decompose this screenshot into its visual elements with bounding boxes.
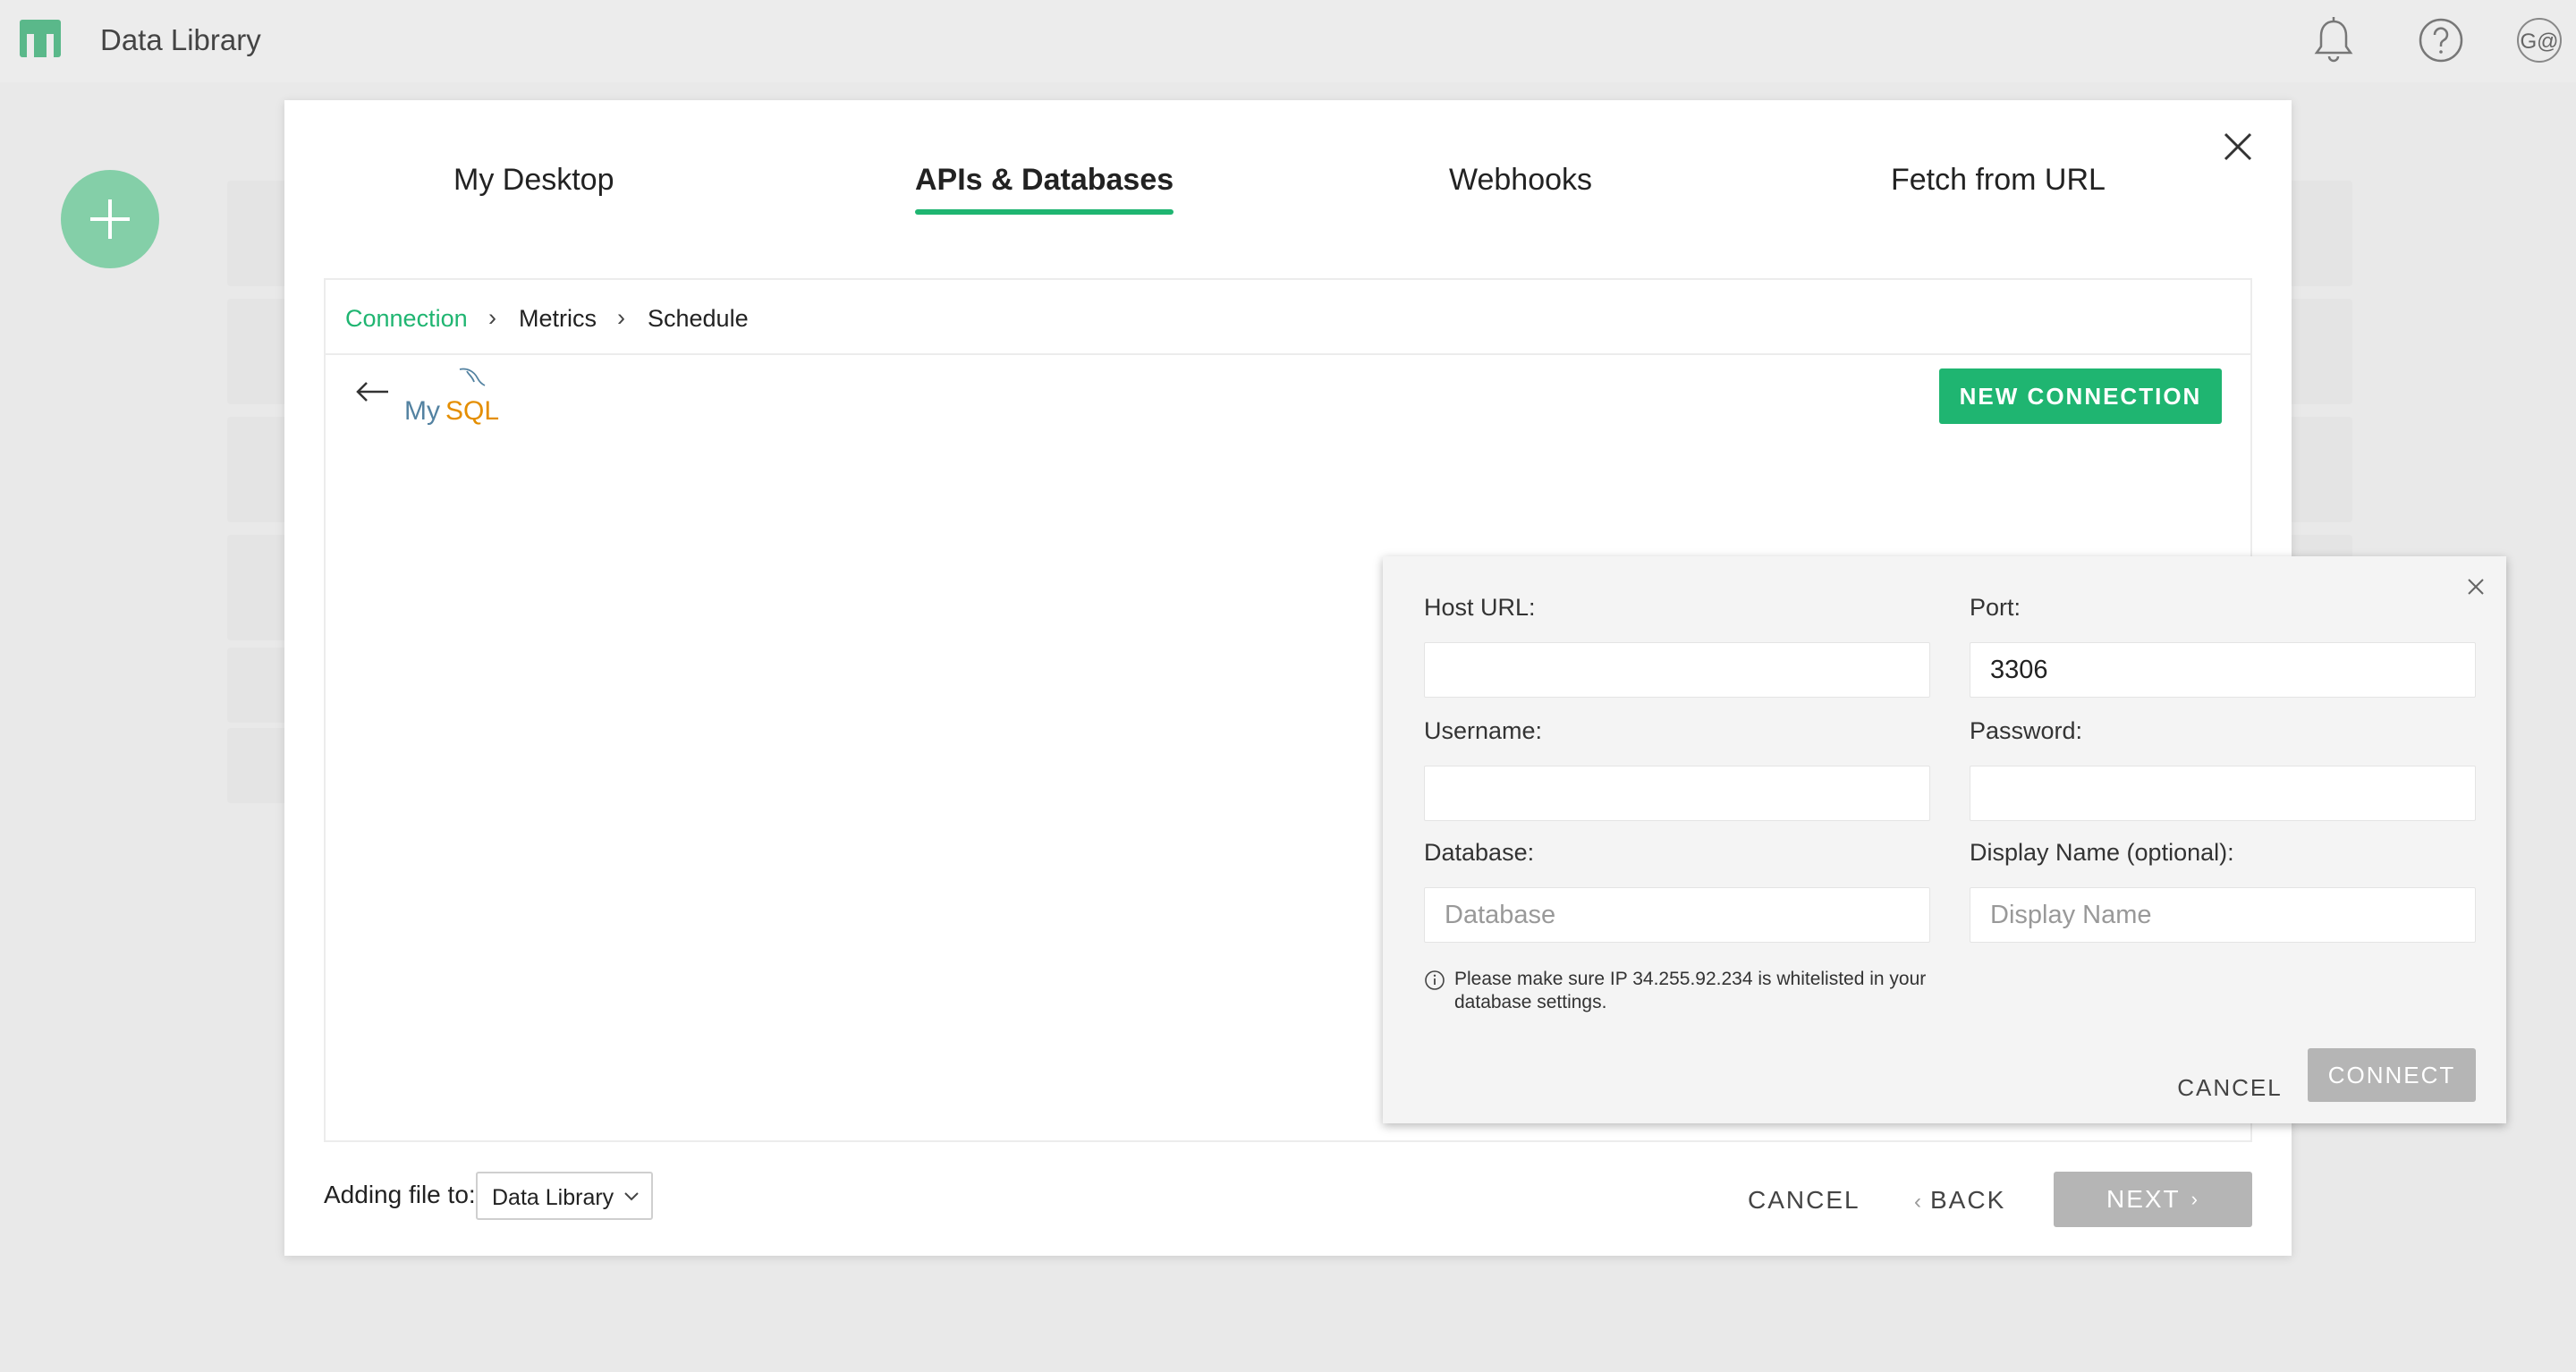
tab-fetch-from-url[interactable]: Fetch from URL bbox=[1891, 163, 2106, 198]
connection-form: Host URL: Port: Username: Password: Data… bbox=[1383, 556, 2506, 1123]
plus-icon bbox=[90, 199, 130, 239]
adding-file-label: Adding file to: bbox=[324, 1181, 476, 1208]
cancel-button[interactable]: CANCEL bbox=[1748, 1186, 1860, 1215]
destination-select[interactable]: Data Library bbox=[476, 1172, 653, 1220]
add-button[interactable] bbox=[61, 170, 159, 268]
tab-my-desktop[interactable]: My Desktop bbox=[453, 163, 614, 198]
mysql-logo: My SQL bbox=[404, 368, 499, 425]
back-arrow-icon[interactable] bbox=[356, 380, 390, 403]
tab-label: Webhooks bbox=[1449, 163, 1593, 197]
chevron-down-icon bbox=[624, 1192, 639, 1201]
svg-text:SQL: SQL bbox=[445, 396, 499, 425]
close-icon[interactable] bbox=[2465, 576, 2487, 597]
display-name-field[interactable] bbox=[1970, 887, 2476, 943]
ip-whitelist-note: Please make sure IP 34.255.92.234 is whi… bbox=[1454, 969, 1927, 1012]
active-tab-indicator bbox=[915, 209, 1174, 215]
password-label: Password: bbox=[1970, 717, 2083, 744]
new-connection-button[interactable]: NEW CONNECTION bbox=[1939, 368, 2222, 424]
breadcrumb-connection[interactable]: Connection bbox=[345, 305, 468, 333]
svg-text:My: My bbox=[404, 396, 440, 425]
add-file-modal: My Desktop APIs & Databases Webhooks Fet… bbox=[284, 100, 2506, 1256]
tab-apis-databases[interactable]: APIs & Databases bbox=[915, 163, 1174, 215]
account-icon[interactable]: G@ bbox=[2512, 13, 2567, 68]
breadcrumb-schedule[interactable]: Schedule bbox=[648, 305, 749, 333]
breadcrumb-metrics[interactable]: Metrics bbox=[519, 305, 597, 333]
database-label: Database: bbox=[1424, 839, 1535, 866]
tab-webhooks[interactable]: Webhooks bbox=[1449, 163, 1592, 198]
tab-label: Fetch from URL bbox=[1891, 163, 2106, 197]
connect-button[interactable]: CONNECT bbox=[2308, 1048, 2476, 1102]
close-icon[interactable] bbox=[2218, 127, 2258, 166]
tab-label: APIs & Databases bbox=[915, 163, 1174, 197]
username-label: Username: bbox=[1424, 717, 1543, 744]
breadcrumb: Connection › Metrics › Schedule bbox=[326, 280, 2250, 355]
breadcrumb-separator: › bbox=[617, 304, 625, 331]
chevron-left-icon: ‹ bbox=[1914, 1190, 1923, 1214]
database-field[interactable] bbox=[1424, 887, 1930, 943]
username-field[interactable] bbox=[1424, 766, 1930, 821]
app-logo-icon[interactable] bbox=[20, 20, 61, 57]
back-label: BACK bbox=[1930, 1186, 2006, 1214]
next-button[interactable]: NEXT › bbox=[2054, 1172, 2252, 1227]
svg-text:G@: G@ bbox=[2520, 30, 2558, 54]
breadcrumb-separator: › bbox=[488, 304, 496, 331]
bell-icon[interactable] bbox=[2306, 13, 2361, 68]
port-label: Port: bbox=[1970, 594, 2021, 621]
chevron-right-icon: › bbox=[2190, 1188, 2199, 1210]
tab-label: My Desktop bbox=[453, 163, 614, 197]
app-title: Data Library bbox=[100, 23, 261, 56]
password-field[interactable] bbox=[1970, 766, 2476, 821]
top-app-bar: Data Library G@ bbox=[0, 0, 2576, 82]
port-field[interactable] bbox=[1970, 642, 2476, 698]
host-url-label: Host URL: bbox=[1424, 594, 1536, 621]
help-icon[interactable] bbox=[2413, 13, 2469, 68]
host-url-field[interactable] bbox=[1424, 642, 1930, 698]
info-icon bbox=[1425, 970, 1445, 990]
destination-selected-value: Data Library bbox=[492, 1185, 614, 1210]
next-label: NEXT bbox=[2106, 1185, 2181, 1213]
form-cancel-button[interactable]: CANCEL bbox=[2172, 1061, 2288, 1114]
back-button[interactable]: ‹ BACK bbox=[1914, 1186, 2005, 1215]
display-name-label: Display Name (optional): bbox=[1970, 839, 2234, 866]
